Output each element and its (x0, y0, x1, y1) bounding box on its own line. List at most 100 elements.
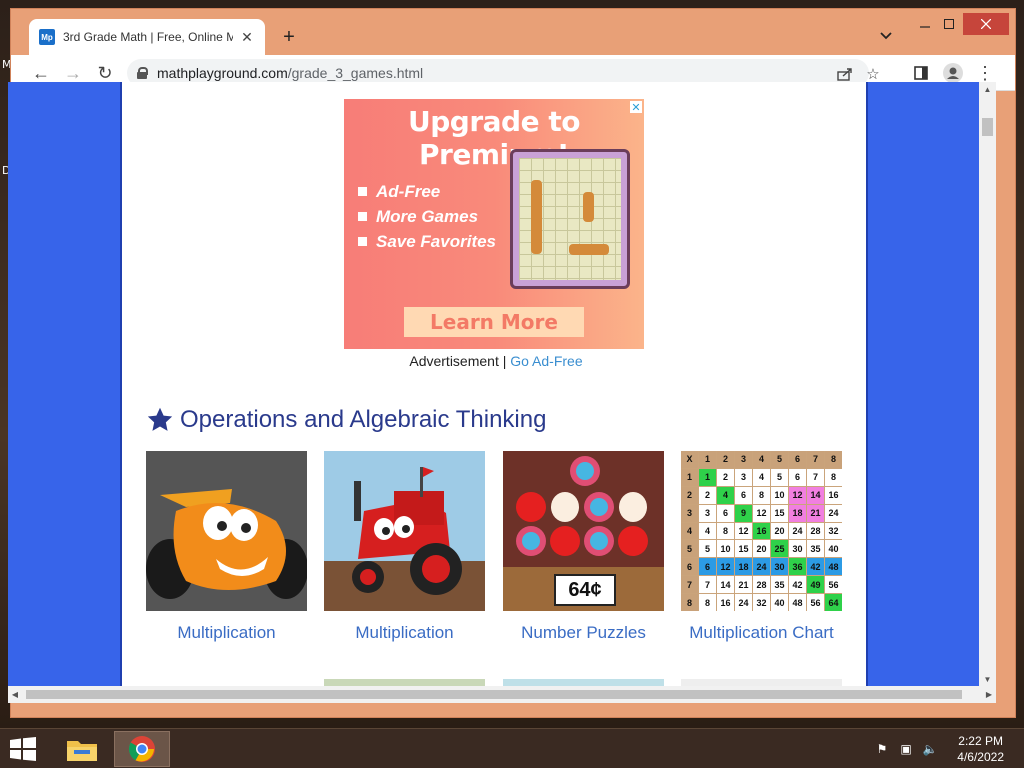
game-card[interactable]: Multiplication (324, 451, 485, 643)
next-row-thumbnail[interactable] (503, 679, 664, 686)
chart-cell: 24 (753, 558, 770, 576)
chart-cell: 64 (825, 594, 842, 611)
chart-cell: 35 (771, 576, 788, 594)
chart-cell: 20 (753, 540, 770, 558)
chart-cell: 20 (771, 522, 788, 540)
chart-cell: 1 (699, 468, 716, 486)
horizontal-scrollbar[interactable]: ◀ ▶ (8, 686, 996, 703)
game-card[interactable]: Multiplication (146, 451, 307, 643)
chart-cell: 6 (699, 558, 716, 576)
chart-cell: 16 (825, 486, 842, 504)
chart-cell: 25 (771, 540, 788, 558)
new-tab-button[interactable]: + (277, 25, 301, 49)
chart-cell: 3 (735, 468, 752, 486)
chart-cell: 18 (789, 504, 806, 522)
chart-cell: 4 (753, 468, 770, 486)
chart-cell: 7 (807, 451, 824, 468)
file-explorer-icon[interactable] (54, 731, 110, 767)
page-content: ✕ Upgrade to Premium! Ad-Free More Games… (120, 82, 868, 686)
chart-cell: 2 (699, 486, 716, 504)
clock-date: 4/6/2022 (957, 750, 1004, 764)
candy-price-thumbnail[interactable]: 64¢ (503, 451, 664, 611)
chart-cell: 18 (735, 558, 752, 576)
game-card-label[interactable]: Number Puzzles (503, 623, 664, 643)
chart-cell: 8 (699, 594, 716, 611)
chart-cell: 32 (753, 594, 770, 611)
chart-cell: 5 (771, 468, 788, 486)
chart-cell: 42 (789, 576, 806, 594)
tab-close-icon[interactable]: ✕ (239, 29, 255, 45)
chart-cell: 28 (753, 576, 770, 594)
next-row-thumbnail[interactable] (681, 679, 842, 686)
learn-more-button[interactable]: Learn More (404, 307, 584, 337)
horizontal-scroll-thumb[interactable] (26, 690, 962, 699)
page-viewport: ✕ Upgrade to Premium! Ad-Free More Games… (8, 82, 979, 686)
volume-muted-icon[interactable]: 🔈 (922, 741, 938, 757)
tab-search-icon[interactable] (875, 25, 897, 47)
flag-tray-icon[interactable]: ⚑ (874, 741, 890, 757)
scroll-down-icon[interactable]: ▼ (979, 672, 996, 686)
share-icon[interactable] (835, 64, 855, 84)
star-icon (147, 407, 173, 431)
chart-cell: 6 (789, 468, 806, 486)
scroll-left-icon[interactable]: ◀ (8, 686, 22, 703)
game-card[interactable]: X 1 2 3 4 5 6 7 8 1 1 2 3 4 5 6 7 8 2 2 4 6 8 10 12 14 16 3 3 6 9 12 15 1… (681, 451, 842, 643)
close-window-button[interactable] (963, 13, 1009, 35)
chart-cell: 40 (771, 594, 788, 611)
chart-cell: 24 (789, 522, 806, 540)
chart-cell: 24 (825, 504, 842, 522)
ad-feature-list: Ad-Free More Games Save Favorites (358, 179, 496, 254)
multiplication-chart-thumbnail[interactable]: X 1 2 3 4 5 6 7 8 1 1 2 3 4 5 6 7 8 2 2 4 6 8 10 12 14 16 3 3 6 9 12 15 1… (681, 451, 842, 611)
chart-cell: 8 (825, 468, 842, 486)
game-card[interactable]: 64¢ Number Puzzles (503, 451, 664, 643)
chart-cell: 10 (717, 540, 734, 558)
scroll-right-icon[interactable]: ▶ (982, 686, 996, 703)
ad-feature: More Games (358, 204, 496, 229)
ad-feature: Ad-Free (358, 179, 496, 204)
vertical-scrollbar[interactable]: ▲ ▼ (979, 82, 996, 686)
chart-cell: 36 (789, 558, 806, 576)
chrome-taskbar-icon[interactable] (114, 731, 170, 767)
chart-cell: 40 (825, 540, 842, 558)
chart-cell: 8 (825, 451, 842, 468)
chart-cell: 4 (699, 522, 716, 540)
ad-feature: Save Favorites (358, 229, 496, 254)
clock-time: 2:22 PM (958, 734, 1003, 748)
go-ad-free-link[interactable]: Go Ad-Free (510, 353, 582, 369)
chart-cell: 6 (735, 486, 752, 504)
race-car-thumbnail[interactable] (146, 451, 307, 611)
lock-icon[interactable] (137, 67, 148, 79)
chart-cell: 6 (681, 558, 698, 576)
game-card-label[interactable]: Multiplication (146, 623, 307, 643)
ad-caption-text: Advertisement | (409, 353, 507, 369)
chart-cell: 35 (807, 540, 824, 558)
chart-cell: 12 (717, 558, 734, 576)
game-card-label[interactable]: Multiplication Chart (681, 623, 842, 643)
scroll-up-icon[interactable]: ▲ (979, 82, 996, 96)
premium-ad[interactable]: ✕ Upgrade to Premium! Ad-Free More Games… (344, 99, 644, 349)
chart-cell: 16 (753, 522, 770, 540)
vertical-scroll-thumb[interactable] (982, 118, 993, 136)
chart-cell: 3 (681, 504, 698, 522)
url-host: mathplayground.com (157, 65, 288, 81)
game-card-label[interactable]: Multiplication (324, 623, 485, 643)
tractor-thumbnail[interactable] (324, 451, 485, 611)
section-title: Operations and Algebraic Thinking (180, 406, 547, 433)
next-row-thumbnail[interactable] (324, 679, 485, 686)
chart-cell: 6 (789, 451, 806, 468)
tab-title: 3rd Grade Math | Free, Online Ma (63, 30, 233, 44)
chart-cell: 8 (753, 486, 770, 504)
chart-cell: 48 (789, 594, 806, 611)
chart-cell: 42 (807, 558, 824, 576)
chart-cell: 21 (735, 576, 752, 594)
bookmark-star-icon[interactable]: ☆ (863, 64, 883, 84)
chart-cell: 4 (681, 522, 698, 540)
system-clock[interactable]: 2:22 PM 4/6/2022 (957, 733, 1004, 765)
chart-cell: 1 (699, 451, 716, 468)
chart-cell: 56 (807, 594, 824, 611)
network-tray-icon[interactable]: ▣ (898, 741, 914, 757)
maximize-button[interactable] (933, 13, 965, 35)
chart-cell: 30 (771, 558, 788, 576)
browser-tab[interactable]: Mp 3rd Grade Math | Free, Online Ma ✕ (29, 19, 265, 55)
windows-start-icon[interactable] (8, 737, 38, 761)
